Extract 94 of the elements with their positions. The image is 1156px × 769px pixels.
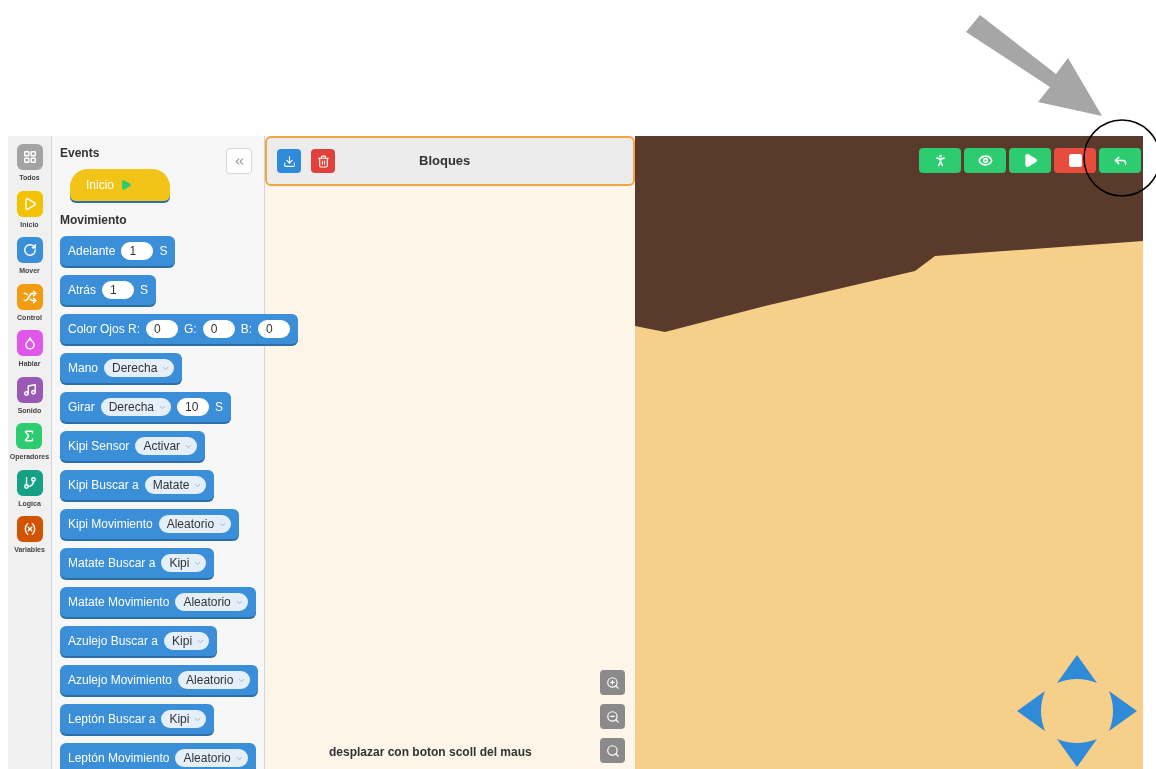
category-tile[interactable] [16,237,43,263]
branch-icon [22,475,37,490]
command-block[interactable]: Azulejo Buscar a Kipi [60,626,218,656]
command-block[interactable]: Kipi Movimiento Aleatorio [60,509,240,539]
number-input[interactable]: 10 [177,398,210,416]
command-block[interactable]: Adelante 1 S [60,236,176,266]
dropdown[interactable]: Matate [144,476,207,494]
block-label: Atrás [68,282,96,299]
block-label: Azulejo Movimiento [68,672,173,689]
command-block[interactable]: Kipi Sensor Activar [60,431,206,461]
command-block[interactable]: Leptón Movimiento Aleatorio [60,743,256,769]
scroll-hint: desplazar con boton scoll del maus [329,744,532,761]
block-label: Girar [68,399,95,416]
block-label: B: [240,321,253,338]
category-tile[interactable] [16,376,43,403]
command-block[interactable]: Matate Movimiento Aleatorio [60,587,256,617]
category-tile[interactable] [16,190,43,217]
block-label: Inicio [86,177,114,194]
command-block[interactable]: Leptón Buscar a Kipi [60,704,215,734]
dropdown[interactable]: Aleatorio [178,671,251,689]
command-block[interactable]: Atrás 1 S [60,275,157,305]
section-title: Events [60,145,100,162]
music-note-icon [22,382,37,397]
drop-icon [22,336,37,350]
category-tile[interactable] [16,516,43,542]
download-icon [282,154,296,168]
trash-icon [316,154,330,168]
collapse-button[interactable] [226,148,252,174]
rotate-icon [22,243,37,257]
dropdown[interactable]: Derecha [100,398,172,416]
zoom-reset-button[interactable] [600,738,625,763]
eye-icon [977,153,993,168]
workspace-title: Bloques [419,152,471,171]
command-block[interactable]: Matate Buscar a Kipi [60,548,215,578]
number-input[interactable]: 0 [202,320,235,338]
block-label: Leptón Buscar a [68,711,156,728]
category-tile[interactable] [16,469,43,496]
command-block[interactable]: Girar Derecha 10 S [60,392,232,422]
category-tile[interactable] [16,283,43,310]
dropdown[interactable]: Derecha [104,359,175,377]
search-icon [605,743,620,758]
zoom-out-button[interactable] [600,704,625,729]
command-block[interactable]: Azulejo Movimiento Aleatorio [60,665,259,695]
grid-icon [22,150,37,164]
command-block[interactable]: Mano Derecha [60,353,183,383]
dropdown[interactable]: Kipi [161,710,207,728]
number-input[interactable]: 1 [121,242,154,260]
block-label: Matate Buscar a [68,555,156,572]
arrow-left-icon[interactable] [1017,691,1045,731]
play-icon [120,179,132,191]
view-button[interactable] [964,148,1006,173]
block-label: G: [184,321,197,338]
block-label: Azulejo Buscar a [68,633,159,650]
command-block[interactable]: Color Ojos R: 0 G: 0 B: 0 [60,314,299,344]
block-label: Matate Movimiento [68,594,170,611]
block-label: S [159,243,168,260]
block-label: Kipi Sensor [68,438,130,455]
number-input[interactable]: 0 [258,320,291,338]
run-button[interactable] [919,148,961,173]
category-tile[interactable] [16,330,43,356]
dropdown[interactable]: Aleatorio [158,515,232,533]
block-label: Kipi Buscar a [68,477,139,494]
dropdown[interactable]: Kipi [161,554,207,572]
dropdown[interactable]: Activar [135,437,198,455]
number-input[interactable]: 1 [102,281,134,299]
zoom-in-icon [605,675,620,690]
arrow-up-icon[interactable] [1057,655,1097,683]
block-label: Leptón Movimiento [68,750,170,767]
delete-button[interactable] [311,149,335,173]
download-button[interactable] [277,149,301,173]
dropdown[interactable]: Aleatorio [175,749,248,767]
block-label: Adelante [68,243,116,260]
category-tile[interactable] [16,144,43,170]
block-label: Mano [68,360,99,377]
block-label: Color Ojos R: [68,321,141,338]
number-input[interactable]: 0 [146,320,179,338]
zoom-in-button[interactable] [600,670,625,695]
block-label: S [140,282,149,299]
command-block[interactable]: Kipi Buscar a Matate [60,470,215,500]
shuffle-icon [22,289,37,304]
square-icon [1067,153,1083,168]
block-label: Kipi Movimiento [68,516,153,533]
dropdown[interactable]: Kipi [164,632,210,650]
arrow-right-icon[interactable] [1109,691,1137,731]
section-title: Movimiento [60,212,127,229]
category-tile[interactable] [16,423,43,449]
arrow-down-icon[interactable] [1057,739,1097,767]
play-icon [1022,153,1038,168]
variable-icon [22,522,37,536]
block-label: S [215,399,224,416]
dropdown[interactable]: Aleatorio [175,593,248,611]
play-icon [22,196,37,211]
zoom-out-icon [605,709,620,724]
stop-button[interactable] [1054,148,1096,173]
